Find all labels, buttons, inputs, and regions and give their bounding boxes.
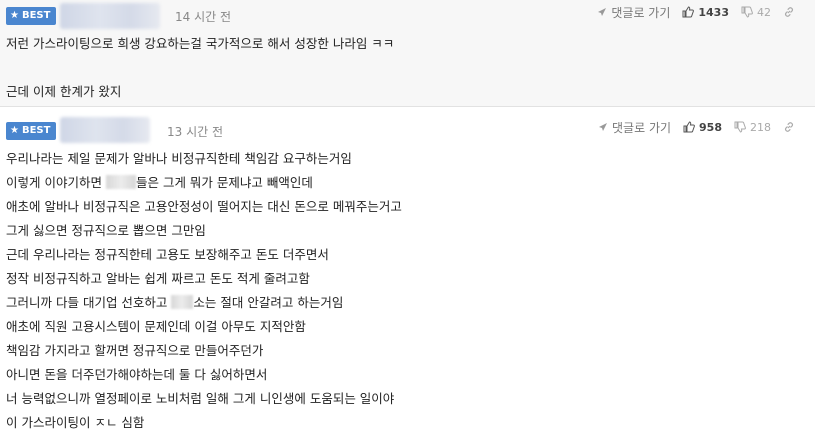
best-badge: ★ BEST <box>6 7 56 25</box>
link-icon <box>785 122 793 132</box>
comment-time: 14 시간 전 <box>175 10 232 24</box>
thumbs-down-icon <box>741 6 753 18</box>
comment-line: 애초에 직원 고용시스템이 문제인데 이걸 아무도 지적안함 <box>6 319 306 334</box>
comment-line: 정작 비정규직하고 알바는 쉽게 짜르고 돈도 적게 줄려고함 <box>6 271 310 286</box>
author-avatar-blurred[interactable] <box>60 117 150 143</box>
comment-line: 이렇게 이야기하면 들은 그게 뭐가 문제냐고 빼액인데 <box>6 175 313 190</box>
star-icon: ★ <box>10 125 19 136</box>
comment-time: 13 시간 전 <box>167 125 224 139</box>
author-avatar-blurred[interactable] <box>60 3 160 29</box>
censored-word <box>171 295 194 309</box>
comment-line: 근데 이제 한계가 왔지 <box>6 84 122 99</box>
comment-1: ★ BEST 14 시간 전 댓글로 가기 1433 42 저런 가스라이팅으로 … <box>0 0 815 107</box>
comment-actions: 댓글로 가기 1433 42 <box>597 3 799 21</box>
thumbs-down-icon <box>734 121 746 133</box>
comment-line: 너 능력없으니까 열정페이로 노비처럼 일해 그게 니인생에 도움되는 일이야 <box>6 391 395 406</box>
comment-line: 근데 우리나라는 정규직한테 고용도 보장해주고 돈도 더주면서 <box>6 247 329 262</box>
comment-body: 저런 가스라이팅으로 희생 강요하는걸 국가적으로 해서 성장한 나라임 ㅋㅋ … <box>6 32 805 104</box>
downvote-button[interactable]: 218 <box>734 121 771 134</box>
upvote-button[interactable]: 958 <box>683 121 722 134</box>
upvote-button[interactable]: 1433 <box>682 6 729 19</box>
comment-actions: 댓글로 가기 958 218 <box>598 118 799 136</box>
reply-arrow-icon <box>599 123 608 131</box>
comment-line: 아니면 돈을 더주던가해야하는데 둘 다 싫어하면서 <box>6 367 268 382</box>
comment-body: 우리나라는 제일 문제가 알바나 비정규직한테 책임감 요구하는거임 이렇게 이… <box>6 147 805 435</box>
best-badge: ★ BEST <box>6 122 56 140</box>
comment-2: ★ BEST 13 시간 전 댓글로 가기 958 218 우리나라는 제일 문제… <box>0 107 815 430</box>
comment-line: 애초에 알바나 비정규직은 고용안정성이 떨어지는 대신 돈으로 메꿔주는거고 <box>6 199 402 214</box>
reply-link[interactable]: 댓글로 가기 <box>598 119 671 136</box>
reply-link[interactable]: 댓글로 가기 <box>597 4 670 21</box>
link-icon <box>785 7 793 17</box>
comment-header: ★ BEST 14 시간 전 댓글로 가기 1433 42 <box>0 0 815 29</box>
link-button[interactable] <box>783 6 799 18</box>
thumbs-up-icon <box>682 6 695 18</box>
comment-line: 저런 가스라이팅으로 희생 강요하는걸 국가적으로 해서 성장한 나라임 ㅋㅋ <box>6 36 395 51</box>
comment-line: 책임감 가지라고 할꺼면 정규직으로 만들어주던가 <box>6 343 264 358</box>
comment-line: 우리나라는 제일 문제가 알바나 비정규직한테 책임감 요구하는거임 <box>6 151 352 166</box>
thumbs-up-icon <box>683 121 695 133</box>
star-icon: ★ <box>10 10 19 21</box>
downvote-button[interactable]: 42 <box>741 6 771 19</box>
link-button[interactable] <box>783 121 799 133</box>
censored-word <box>105 175 136 189</box>
comment-line: 그러니까 다들 대기업 선호하고 소는 절대 안갈려고 하는거임 <box>6 295 344 310</box>
comment-line: 이 가스라이팅이 ㅈㄴ 심함 <box>6 415 145 430</box>
comment-line: 그게 싫으면 정규직으로 뽑으면 그만임 <box>6 223 206 238</box>
comment-header: ★ BEST 13 시간 전 댓글로 가기 958 218 <box>0 107 815 143</box>
reply-arrow-icon <box>598 8 607 16</box>
